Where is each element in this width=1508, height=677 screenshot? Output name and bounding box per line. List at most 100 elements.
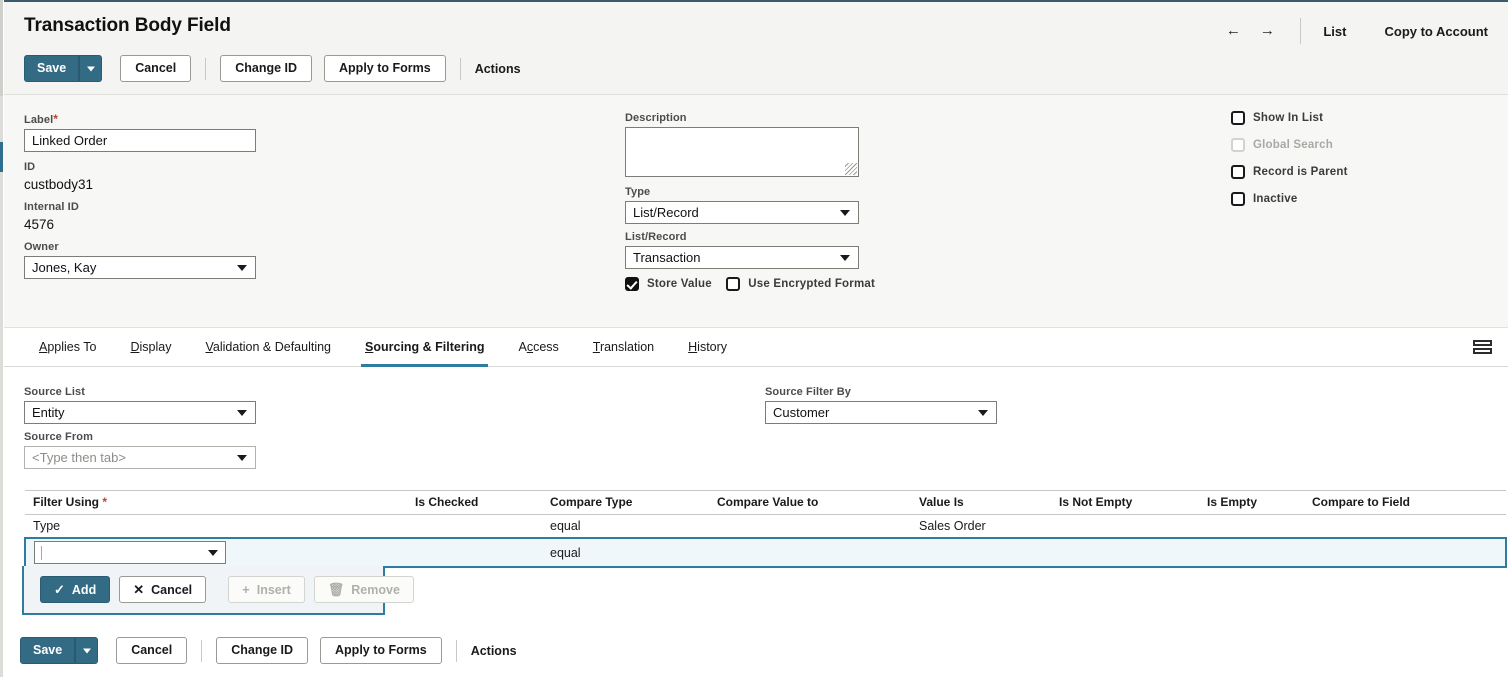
cell-value-is-selected[interactable] [911,538,1051,567]
toolbar-divider-2 [460,58,461,80]
cell-value-is[interactable]: Sales Order [911,515,1051,539]
toolbar-divider-bottom [201,640,202,662]
source-from-select[interactable]: <Type then tab> [24,446,256,469]
save-dropdown-button-bottom[interactable] [75,637,98,664]
source-list-value: Entity [32,402,65,423]
description-textarea[interactable] [625,127,859,177]
stacked-sections-icon[interactable] [1473,340,1492,356]
bottom-button-row: Save Cancel Change ID Apply to Forms Act… [20,637,517,664]
apply-to-forms-button[interactable]: Apply to Forms [324,55,446,82]
cell-is-checked[interactable] [407,515,542,539]
column-header-is-checked[interactable]: Is Checked [407,491,542,515]
close-icon: ✕ [133,583,144,596]
cell-compare-type[interactable]: equal [542,515,709,539]
cell-is-empty[interactable] [1199,515,1304,539]
plus-icon: + [242,583,250,596]
column-header-is-not-empty[interactable]: Is Not Empty [1051,491,1199,515]
source-filter-by-select[interactable]: Customer [765,401,997,424]
top-toolbar: Transaction Body Field Save Cancel Chang… [4,0,1508,95]
cell-is-not-empty-disabled [1051,538,1199,567]
list-link[interactable]: List [1323,24,1346,39]
arrow-left-icon[interactable]: ← [1216,22,1250,40]
store-value-label: Store Value [647,278,712,290]
tab-translation[interactable]: Translation [576,328,671,367]
filter-table-wrapper: Filter Using * Is Checked Compare Type C… [24,490,1505,568]
arrow-right-icon[interactable]: → [1250,22,1284,40]
tab-validation-defaulting[interactable]: Validation & Defaulting [188,328,348,367]
store-value-checkbox[interactable] [625,277,639,291]
cell-compare-to-field-selected[interactable] [1304,538,1506,567]
apply-to-forms-button-bottom[interactable]: Apply to Forms [320,637,442,664]
cancel-row-button[interactable]: ✕ Cancel [119,576,206,603]
table-row-selected[interactable]: equal [25,538,1506,567]
tab-list: Applies To Display Validation & Defaulti… [22,328,744,367]
source-from-placeholder: <Type then tab> [32,447,126,468]
use-encrypted-format-label: Use Encrypted Format [748,278,875,290]
tab-display[interactable]: Display [113,328,188,367]
remove-row-label: Remove [351,583,400,597]
source-list-label: Source List [24,386,264,398]
inactive-label: Inactive [1253,193,1297,205]
table-row[interactable]: Type equal Sales Order [25,515,1506,539]
save-button-bottom[interactable]: Save [20,637,75,664]
chevron-down-icon [840,210,850,216]
change-id-button[interactable]: Change ID [220,55,312,82]
cancel-button[interactable]: Cancel [120,55,191,82]
column-header-compare-to-field[interactable]: Compare to Field [1304,491,1506,515]
text-cursor [41,546,42,560]
chevron-down-icon [840,255,850,261]
cell-compare-value-to[interactable] [709,515,911,539]
top-navigation: ← → List Copy to Account [1216,18,1488,44]
filter-using-select[interactable] [34,541,226,564]
save-button[interactable]: Save [24,55,79,82]
option-row-inactive: Inactive [1231,192,1348,206]
tab-applies-to[interactable]: Applies To [22,328,113,367]
cancel-button-bottom[interactable]: Cancel [116,637,187,664]
type-select[interactable]: List/Record [625,201,859,224]
source-list-select[interactable]: Entity [24,401,256,424]
resize-grip-icon[interactable] [845,163,857,175]
cell-compare-value-to-disabled [709,538,911,567]
tab-applies-to-label: pplies To [47,340,96,354]
tab-history-label: istory [697,340,727,354]
form-column-right: Show In List Global Search Record is Par… [1231,111,1348,219]
tab-validation-defaulting-label: alidation & Defaulting [213,340,331,354]
sourcing-right-column: Source Filter By Customer [765,386,1015,424]
actions-menu-bottom[interactable]: Actions [471,644,517,658]
column-header-is-empty[interactable]: Is Empty [1199,491,1304,515]
save-dropdown-button[interactable] [79,55,102,82]
label-input[interactable] [24,129,256,152]
cell-compare-to-field[interactable] [1304,515,1506,539]
cell-is-checked-disabled [407,538,542,567]
tab-access[interactable]: Access [501,328,575,367]
record-is-parent-label: Record is Parent [1253,166,1348,178]
column-header-compare-value-to[interactable]: Compare Value to [709,491,911,515]
column-header-value-is[interactable]: Value Is [911,491,1051,515]
tab-access-label: cess [533,340,559,354]
column-header-compare-type[interactable]: Compare Type [542,491,709,515]
add-row-button[interactable]: ✓ Add [40,576,110,603]
tab-history[interactable]: History [671,328,744,367]
change-id-button-bottom[interactable]: Change ID [216,637,308,664]
record-is-parent-checkbox[interactable] [1231,165,1245,179]
global-search-label: Global Search [1253,139,1333,151]
list-record-select[interactable]: Transaction [625,246,859,269]
global-search-checkbox [1231,138,1245,152]
column-header-filter-using[interactable]: Filter Using * [25,491,407,515]
use-encrypted-format-checkbox[interactable] [726,277,740,291]
cell-compare-type-selected[interactable]: equal [542,538,709,567]
copy-to-account-link[interactable]: Copy to Account [1384,24,1488,39]
cell-filter-using[interactable]: Type [25,515,407,539]
remove-row-button: 🗑 Remove [314,576,414,603]
left-rail-accent [0,142,3,172]
show-in-list-checkbox[interactable] [1231,111,1245,125]
owner-select[interactable]: Jones, Kay [24,256,256,279]
cell-is-not-empty[interactable] [1051,515,1199,539]
actions-menu[interactable]: Actions [475,62,521,76]
row-action-bar: ✓ Add ✕ Cancel + Insert 🗑 Remove [22,566,385,615]
tab-sourcing-filtering[interactable]: Sourcing & Filtering [348,328,501,367]
cell-filter-using-editor[interactable] [25,538,407,567]
inactive-checkbox[interactable] [1231,192,1245,206]
left-rail-body [0,96,3,677]
option-row-global-search: Global Search [1231,138,1348,152]
